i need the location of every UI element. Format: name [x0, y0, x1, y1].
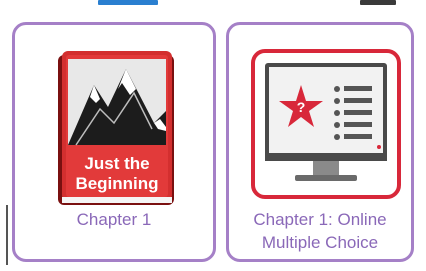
chapter-1-title[interactable]: Chapter 1 — [15, 208, 213, 231]
chapter-1-title-text: Chapter 1 — [76, 210, 152, 229]
question-mark-glyph: ? — [297, 99, 306, 115]
cover-line-1: Just the — [84, 154, 149, 173]
chapter-1-quiz-card[interactable]: ? Chapter 1: Online Multiple Choice — [226, 22, 414, 262]
cropped-text-fragment — [360, 0, 396, 5]
top-cropped-strip — [0, 0, 426, 14]
online-quiz-monitor-icon: ? — [251, 49, 401, 199]
cropped-link-fragment — [98, 0, 158, 5]
quiz-title-line-2: Multiple Choice — [261, 233, 379, 252]
left-divider — [6, 205, 8, 265]
chapter-1-card[interactable]: Just the Beginning Chapter 1 — [12, 22, 216, 262]
chapter-1-quiz-title[interactable]: Chapter 1: Online Multiple Choice — [229, 208, 411, 254]
quiz-title-line-1: Chapter 1: Online — [253, 210, 387, 229]
book-cover-icon: Just the Beginning — [58, 51, 174, 205]
cover-line-2: Beginning — [75, 174, 158, 193]
